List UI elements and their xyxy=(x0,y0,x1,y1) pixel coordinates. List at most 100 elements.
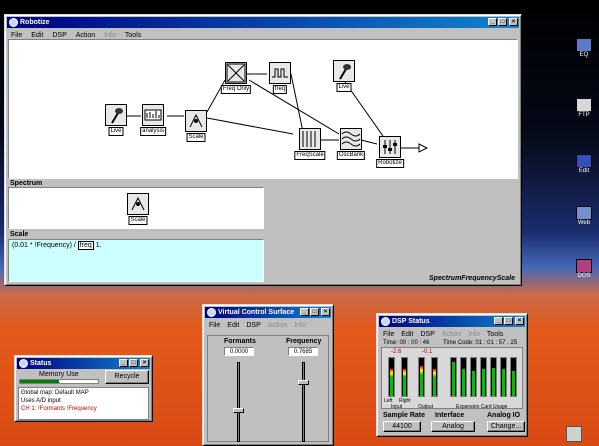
dsp-titlebar[interactable]: DSP Status _ □ × xyxy=(379,316,525,327)
menu-tools[interactable]: Tools xyxy=(487,330,503,339)
sample-rate-select[interactable]: 44100 xyxy=(383,421,421,432)
analog-io-label: Analog IO xyxy=(487,412,521,419)
minimize-button[interactable]: _ xyxy=(300,308,309,316)
scale-expression-pane[interactable]: (0.01 * !Frequency) / freq 1. xyxy=(8,239,264,282)
graph-wires xyxy=(125,73,429,153)
memory-bar xyxy=(19,379,99,384)
frequency-value[interactable]: 0.7685 xyxy=(288,347,318,356)
node-oscbank[interactable]: OscBank xyxy=(336,128,366,160)
node-freq-only[interactable]: Freq Only xyxy=(220,62,252,94)
memory-label: Memory Use xyxy=(39,371,79,378)
dsp-title: DSP Status xyxy=(392,318,430,325)
node-label: FreqScale xyxy=(294,151,326,160)
level-meter-fill xyxy=(502,369,505,396)
node-label: analysis xyxy=(140,127,166,136)
robotize-titlebar[interactable]: Robotize _ □ × xyxy=(7,17,519,28)
minimize-button[interactable]: _ xyxy=(119,359,128,367)
status-titlebar[interactable]: Status _ □ × xyxy=(17,358,150,369)
window-title: Robotize xyxy=(20,19,50,26)
interface-select[interactable]: Analog xyxy=(431,421,475,432)
level-meter-fill xyxy=(492,367,495,396)
node-robotize[interactable]: Robotize xyxy=(376,136,404,168)
slider-thumb[interactable] xyxy=(233,408,244,413)
node-scale[interactable]: Scale xyxy=(185,110,207,142)
expr-freq-box[interactable]: freq xyxy=(77,241,94,250)
spectrum-pane[interactable]: Scale xyxy=(8,187,264,229)
level-meter xyxy=(450,357,457,397)
minimize-button[interactable]: _ xyxy=(494,317,503,325)
node-analysis[interactable]: analysis xyxy=(140,104,166,136)
menu-action[interactable]: Action xyxy=(442,330,461,339)
formants-slider[interactable] xyxy=(233,362,244,442)
desktop-icon-edit[interactable]: Edit xyxy=(573,154,595,175)
recycle-bin-icon[interactable] xyxy=(566,426,582,442)
maximize-button[interactable]: □ xyxy=(504,317,513,325)
level-meter-fill xyxy=(472,371,475,396)
vcs-titlebar[interactable]: Virtual Control Surface _ □ × xyxy=(205,307,331,318)
app-icon xyxy=(19,359,28,368)
minimize-button[interactable]: _ xyxy=(488,18,497,26)
menu-edit[interactable]: Edit xyxy=(227,321,239,330)
level-meter-fill xyxy=(512,371,515,396)
level-meter xyxy=(480,357,487,397)
menu-info[interactable]: Info xyxy=(294,321,306,330)
peak-left: -2.6 xyxy=(391,349,402,355)
vcs-panel: Formants 0.0000 Frequency 0.7685 xyxy=(207,335,329,442)
web-icon xyxy=(576,206,592,220)
maximize-button[interactable]: □ xyxy=(310,308,319,316)
dsp-status-window: DSP Status _ □ × File Edit DSP Action Info Tool… xyxy=(376,313,528,437)
menu-file[interactable]: File xyxy=(383,330,394,339)
level-meter xyxy=(460,357,467,397)
close-button[interactable]: × xyxy=(321,308,330,316)
close-button[interactable]: × xyxy=(140,359,149,367)
node-label: Freq Only xyxy=(220,85,252,94)
menu-dsp[interactable]: DSP xyxy=(420,330,434,339)
menu-info[interactable]: Info xyxy=(468,330,480,339)
level-meter-fill xyxy=(420,365,423,396)
menu-file[interactable]: File xyxy=(209,321,220,330)
node-label: OscBank xyxy=(336,151,366,160)
level-meter-fill xyxy=(462,369,465,396)
desktop-icon-eq[interactable]: EQ xyxy=(573,38,595,59)
change-button[interactable]: Change... xyxy=(487,421,525,432)
frequency-slider[interactable] xyxy=(298,362,309,442)
desktop-icon-web[interactable]: Web xyxy=(573,206,595,227)
maximize-button[interactable]: □ xyxy=(129,359,138,367)
desktop-icon-dos[interactable]: DOS xyxy=(573,259,595,280)
close-button[interactable]: × xyxy=(515,317,524,325)
status-info: Global map: Default MAP Uses A/D input C… xyxy=(18,387,149,420)
elapsed-time: Time: 00 : 00 : 46 xyxy=(383,340,430,346)
dsp-menu-bar: File Edit DSP Action Info Tools xyxy=(377,329,527,340)
formants-label: Formants xyxy=(224,338,256,345)
level-meter-fill xyxy=(433,369,436,396)
level-meter xyxy=(388,357,395,397)
formants-value[interactable]: 0.0000 xyxy=(224,347,254,356)
status-label: SpectrumFrequencyScale xyxy=(429,275,515,282)
slider-thumb[interactable] xyxy=(298,380,309,385)
recycle-button[interactable]: Recycle xyxy=(105,370,149,384)
monitor-icon xyxy=(576,38,592,52)
node-label: Robotize xyxy=(376,159,404,168)
node-label: Live xyxy=(108,127,124,136)
interface-label: Interface xyxy=(435,412,465,419)
node-freq[interactable]: freq xyxy=(269,62,291,94)
edit-icon xyxy=(576,154,592,168)
peak-right: -0.1 xyxy=(422,349,433,355)
vcs-menu-bar: File Edit DSP Action Info xyxy=(203,320,333,331)
desktop-icon-ftp[interactable]: FTP xyxy=(573,98,595,119)
sound-graph-canvas[interactable]: Live analysis Scale Freq Only freq Live … xyxy=(8,39,518,179)
status-window: Status _ □ × Memory Use Recycle Global map… xyxy=(14,355,153,422)
maximize-button[interactable]: □ xyxy=(498,18,507,26)
level-meter xyxy=(510,357,517,397)
vcs-window: Virtual Control Surface _ □ × File Edit DSP A… xyxy=(202,304,334,446)
node-live-input[interactable]: Live xyxy=(105,104,127,136)
node-freqscale[interactable]: FreqScale xyxy=(294,128,326,160)
node-scale-spectrum[interactable]: Scale xyxy=(127,193,149,225)
level-meter xyxy=(431,357,438,397)
close-button[interactable]: × xyxy=(509,18,518,26)
menu-edit[interactable]: Edit xyxy=(401,330,413,339)
level-meter-fill xyxy=(403,369,406,396)
node-live-second[interactable]: Live xyxy=(333,60,355,92)
menu-action[interactable]: Action xyxy=(268,321,287,330)
menu-dsp[interactable]: DSP xyxy=(246,321,260,330)
